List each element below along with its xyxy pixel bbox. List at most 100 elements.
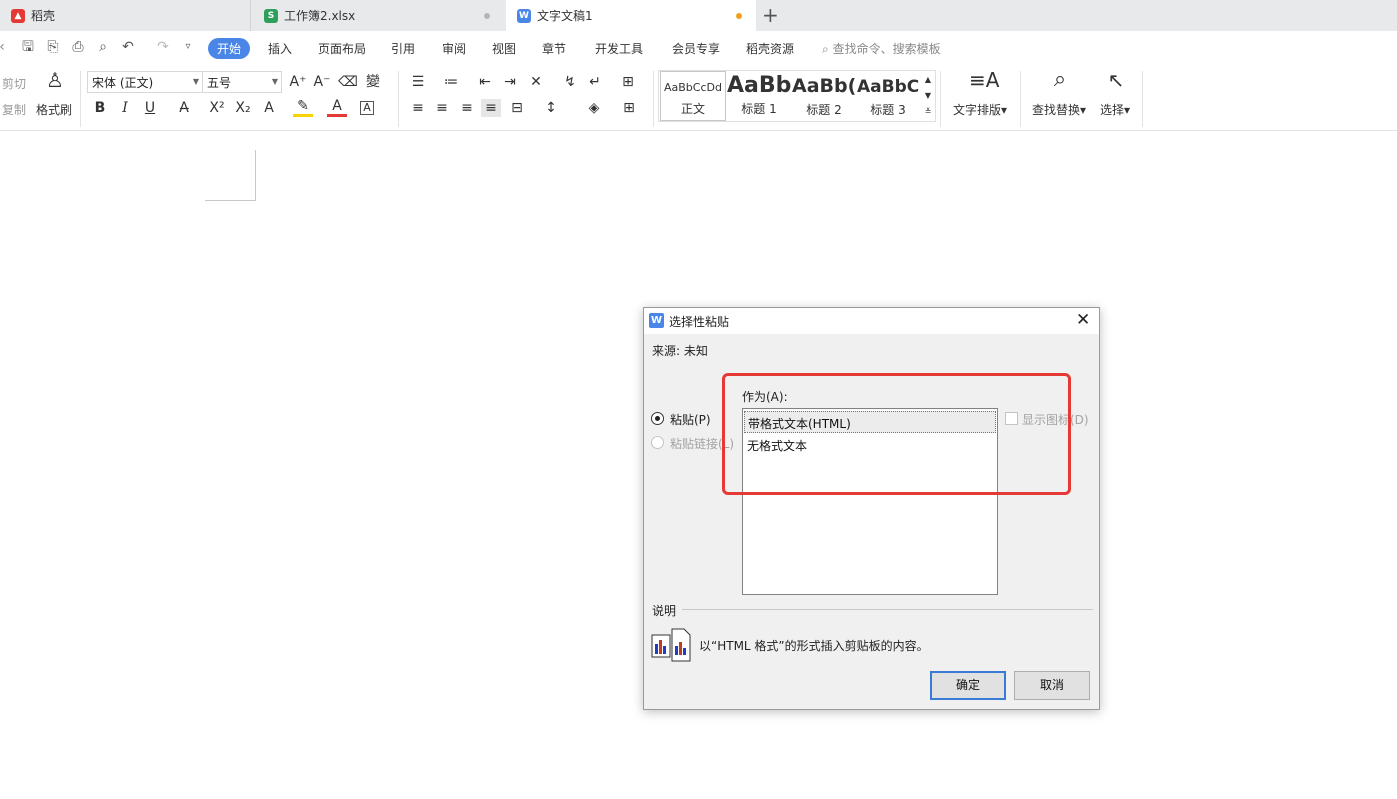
undo-icon[interactable]: ↶ xyxy=(120,39,136,55)
style-label: 标题 3 xyxy=(870,103,906,117)
menu-chapter[interactable]: 章节 xyxy=(542,40,566,57)
bullet-list-icon[interactable]: ☰ xyxy=(408,73,428,91)
decrease-indent-icon[interactable]: ⇤ xyxy=(475,73,495,91)
redo-icon[interactable]: ↷ xyxy=(155,39,171,55)
print-icon[interactable]: ⎙ xyxy=(70,39,86,55)
cancel-button[interactable]: 取消 xyxy=(1014,671,1090,700)
strikethrough-icon[interactable]: A̶ xyxy=(174,99,194,117)
font-size-value: 五号 xyxy=(207,76,232,90)
paste-link-radio[interactable] xyxy=(651,436,664,449)
close-icon[interactable]: ✕ xyxy=(1076,310,1090,330)
menu-review[interactable]: 审阅 xyxy=(442,40,466,57)
subscript-icon[interactable]: X₂ xyxy=(233,99,253,117)
bold-icon[interactable]: B xyxy=(90,99,110,117)
style-preview: AaBbCcDd xyxy=(664,81,722,94)
description-text: 以“HTML 格式”的形式插入剪贴板的内容。 xyxy=(699,639,929,653)
copy-button[interactable]: 复制 xyxy=(2,101,26,118)
html-clipboard-icon xyxy=(651,628,693,662)
menu-bar: ‹ 🖫 ⎘ ⎙ ⌕ ↶ ↷ ▿ 开始 插入 页面布局 引用 审阅 视图 章节 开… xyxy=(0,31,1397,67)
style-heading-1[interactable]: AaBb 标题 1 xyxy=(727,71,791,121)
superscript-icon[interactable]: X² xyxy=(207,99,227,117)
select-cursor-icon[interactable]: ↖ xyxy=(1104,70,1128,90)
format-painter-button[interactable]: 格式刷 xyxy=(36,101,72,118)
ok-button[interactable]: 确定 xyxy=(930,671,1006,700)
highlight-icon[interactable]: ✎ xyxy=(293,99,313,117)
find-replace-button[interactable]: 查找替换▾ xyxy=(1032,101,1086,118)
font-size-select[interactable]: 五号 ▼ xyxy=(202,71,282,93)
menu-view[interactable]: 视图 xyxy=(492,40,516,57)
style-heading-3[interactable]: AaBbC( 标题 3 xyxy=(857,71,919,121)
command-search[interactable]: ⌕ 查找命令、搜索模板 xyxy=(822,40,941,57)
show-hide-marks-icon[interactable]: ↵ xyxy=(585,73,605,91)
clear-format-icon[interactable]: ⌫ xyxy=(338,73,358,91)
menu-developer[interactable]: 开发工具 xyxy=(595,40,643,57)
distributed-icon[interactable]: ⊟ xyxy=(507,99,527,117)
close-dot-icon[interactable] xyxy=(484,13,490,19)
ribbon: 剪切 复制 ♙ 格式刷 宋体 (正文) ▼ 五号 ▼ A⁺ A⁻ ⌫ 變 B I U… xyxy=(0,67,1397,131)
align-center-icon[interactable]: ≡ xyxy=(432,99,452,117)
paste-radio[interactable] xyxy=(651,412,664,425)
align-right-icon[interactable]: ≡ xyxy=(457,99,477,117)
divider xyxy=(1020,71,1021,127)
borders-icon[interactable]: ⊞ xyxy=(619,99,639,117)
menu-home[interactable]: 开始 xyxy=(208,38,251,59)
tab-writer-doc[interactable]: W 文字文稿1 xyxy=(506,0,756,31)
style-preview: AaBb( xyxy=(792,75,856,97)
style-normal[interactable]: AaBbCcDd 正文 xyxy=(660,71,726,121)
menu-member[interactable]: 会员专享 xyxy=(672,40,720,57)
paste-special-dialog: W 选择性粘贴 ✕ 来源: 未知 作为(A): 粘贴(P) 粘贴链接(L) 带格… xyxy=(643,307,1100,710)
shading-icon[interactable]: ◈ xyxy=(584,99,604,117)
style-label: 正文 xyxy=(680,102,705,116)
menu-docer-resources[interactable]: 稻壳资源 xyxy=(746,40,794,57)
chinese-layout-icon[interactable]: ✕ xyxy=(526,73,546,91)
more-styles-icon[interactable]: ≚ xyxy=(921,103,935,121)
font-name-select[interactable]: 宋体 (正文) ▼ xyxy=(87,71,203,93)
tab-stops-icon[interactable]: ⊞ xyxy=(618,73,638,91)
numbered-list-icon[interactable]: ≔ xyxy=(441,73,461,91)
spreadsheet-icon: S xyxy=(264,8,278,23)
print-preview-icon[interactable]: ⌕ xyxy=(95,39,111,55)
justify-icon[interactable]: ≡ xyxy=(481,99,501,117)
style-heading-2[interactable]: AaBb( 标题 2 xyxy=(792,71,856,121)
tab-label: 文字文稿1 xyxy=(537,9,593,23)
save-icon[interactable]: 🖫 xyxy=(20,39,36,55)
cut-button[interactable]: 剪切 xyxy=(2,75,26,92)
find-replace-label: 查找替换 xyxy=(1032,103,1081,117)
text-layout-icon[interactable]: ≡A xyxy=(969,70,999,90)
text-effect-icon[interactable]: A xyxy=(259,99,279,117)
style-preview: AaBb xyxy=(727,73,791,98)
grow-font-icon[interactable]: A⁺ xyxy=(288,73,308,91)
menu-references[interactable]: 引用 xyxy=(391,40,415,57)
menu-page-layout[interactable]: 页面布局 xyxy=(318,40,366,57)
new-tab-icon[interactable]: + xyxy=(762,3,779,27)
increase-indent-icon[interactable]: ⇥ xyxy=(500,73,520,91)
menu-insert[interactable]: 插入 xyxy=(268,40,292,57)
italic-icon[interactable]: I xyxy=(115,99,135,117)
shrink-font-icon[interactable]: A⁻ xyxy=(312,73,332,91)
phonetic-guide-icon[interactable]: 變 xyxy=(363,73,383,91)
align-left-icon[interactable]: ≡ xyxy=(408,99,428,117)
divider xyxy=(1142,71,1143,127)
style-label: 标题 1 xyxy=(741,102,777,116)
font-color-icon[interactable]: A xyxy=(327,99,347,117)
format-painter-icon[interactable]: ♙ xyxy=(44,70,66,90)
dialog-title: 选择性粘贴 xyxy=(669,315,730,329)
sort-icon[interactable]: ↯ xyxy=(560,73,580,91)
underline-icon[interactable]: U xyxy=(140,99,160,117)
tab-bar: ▲ 稻壳 S 工作簿2.xlsx W 文字文稿1 + xyxy=(0,0,1397,31)
tab-docer[interactable]: ▲ 稻壳 xyxy=(0,0,250,31)
char-border-icon[interactable]: A xyxy=(360,101,374,115)
export-icon[interactable]: ⎘ xyxy=(45,39,61,55)
find-replace-icon[interactable]: ⌕ xyxy=(1047,69,1073,91)
quick-access-dropdown-icon[interactable]: ▿ xyxy=(180,39,196,55)
paste-option-label[interactable]: 粘贴(P) xyxy=(670,411,711,428)
text-layout-button[interactable]: 文字排版▾ xyxy=(953,101,1007,118)
unsaved-dot-icon[interactable] xyxy=(736,13,742,19)
docer-icon: ▲ xyxy=(11,8,25,23)
collapse-icon[interactable]: ‹ xyxy=(0,39,10,55)
divider xyxy=(682,609,1093,610)
search-icon: ⌕ xyxy=(822,42,829,56)
tab-workbook[interactable]: S 工作簿2.xlsx xyxy=(251,0,505,31)
line-spacing-icon[interactable]: ↕ xyxy=(541,99,561,117)
select-button[interactable]: 选择▾ xyxy=(1100,101,1130,118)
